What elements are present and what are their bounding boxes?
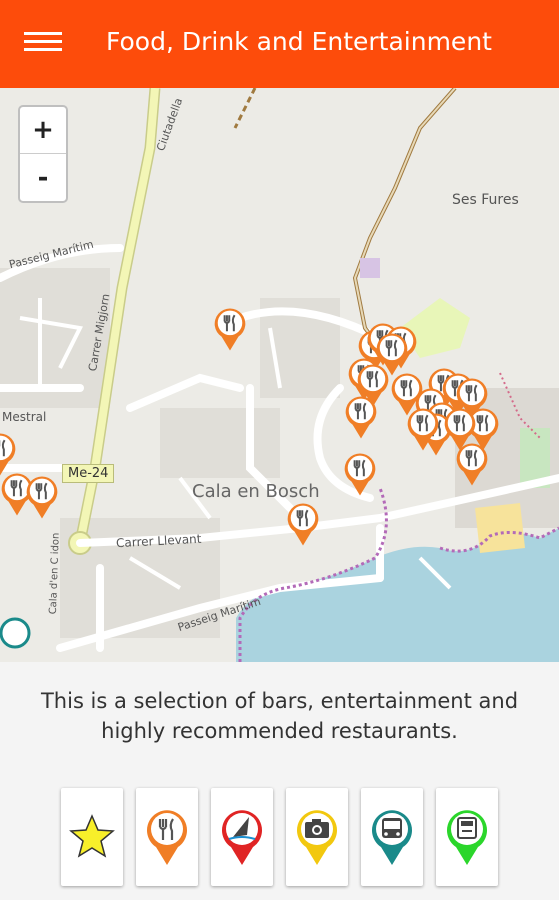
fork-knife-icon: [147, 810, 187, 865]
page-title: Food, Drink and Entertainment: [106, 27, 492, 56]
category-activities-button[interactable]: [211, 788, 273, 886]
hamburger-menu-icon[interactable]: [24, 32, 64, 58]
map-label-road-me24: Me-24: [62, 464, 115, 483]
restaurant-marker-icon[interactable]: [212, 306, 248, 352]
star-icon: [69, 814, 115, 858]
map-label-cala-en-bosch: Cala en Bosch: [192, 481, 320, 502]
zoom-in-button[interactable]: +: [20, 107, 66, 154]
category-favourites-button[interactable]: [61, 788, 123, 886]
map-view[interactable]: Ses Fures Cala en Bosch Me-24 Passeig Ma…: [0, 88, 559, 662]
atm-icon: [447, 810, 487, 865]
camera-icon: [297, 810, 337, 865]
zoom-out-button[interactable]: -: [20, 154, 66, 201]
bus-icon: [372, 810, 412, 865]
description-line-2: highly recommended restaurants.: [101, 719, 458, 743]
restaurant-marker-icon[interactable]: [374, 331, 410, 377]
category-food-drink-button[interactable]: [136, 788, 198, 886]
app-bar: Food, Drink and Entertainment: [0, 0, 559, 88]
windsurf-icon: [222, 810, 262, 865]
restaurant-marker-icon[interactable]: [285, 501, 321, 547]
category-buttons: [61, 788, 501, 886]
category-sightseeing-button[interactable]: [286, 788, 348, 886]
map-label-mestral: Mestral: [2, 410, 47, 424]
restaurant-marker-icon[interactable]: [0, 431, 18, 477]
restaurant-marker-icon[interactable]: [405, 406, 441, 452]
restaurant-marker-icon[interactable]: [24, 474, 60, 520]
category-transport-button[interactable]: [361, 788, 423, 886]
restaurant-marker-icon[interactable]: [454, 441, 490, 487]
restaurant-marker-icon[interactable]: [343, 394, 379, 440]
zoom-control: + -: [18, 105, 68, 203]
description-line-1: This is a selection of bars, entertainme…: [40, 689, 519, 713]
description: This is a selection of bars, entertainme…: [0, 686, 559, 746]
map-label-ses-fures: Ses Fures: [452, 192, 519, 208]
restaurant-marker-icon[interactable]: [342, 451, 378, 497]
category-atm-button[interactable]: [436, 788, 498, 886]
